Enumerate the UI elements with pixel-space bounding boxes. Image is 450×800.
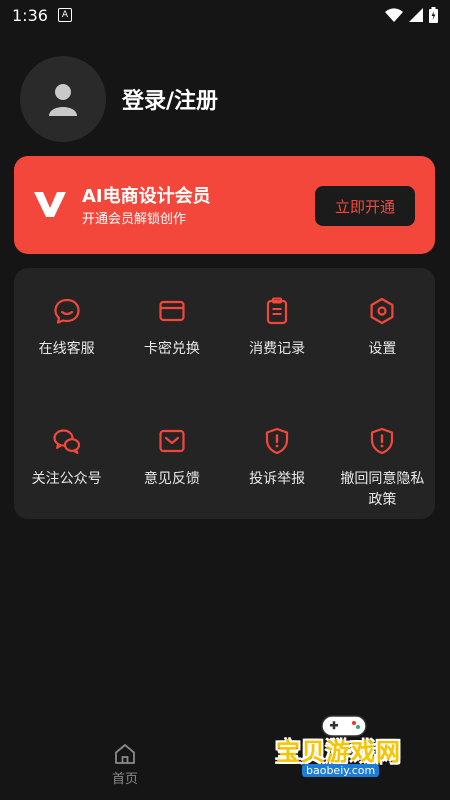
login-register-link[interactable]: 登录/注册	[122, 83, 218, 115]
hexagon-gear-icon	[370, 297, 394, 325]
menu-item-label: 意见反馈	[143, 470, 200, 487]
activate-now-button[interactable]: 立即开通	[315, 186, 415, 226]
home-icon	[115, 744, 135, 764]
signal-icon	[409, 8, 423, 22]
menu-item-label: 卡密兑换	[143, 341, 200, 357]
mail-feedback-icon	[159, 429, 185, 452]
menu-grid-card: 在线客服 卡密兑换 消费记录 设置 关注公众号 意见反馈 投诉举报 撤回同意隐私…	[14, 268, 435, 519]
menu-item-label-line2: 政策	[368, 491, 397, 508]
avatar[interactable]	[20, 56, 106, 142]
menu-item-label: 撤回同意隐私 政策	[330, 469, 435, 511]
card-icon	[159, 300, 185, 322]
menu-item-label: 关注公众号	[31, 470, 102, 487]
menu-item-online-service[interactable]: 在线客服	[14, 268, 119, 383]
watermark-url: baobeiy.com	[302, 764, 380, 777]
menu-grid: 在线客服 卡密兑换 消费记录 设置 关注公众号 意见反馈 投诉举报 撤回同意隐私…	[14, 268, 435, 519]
clipboard-icon	[267, 297, 288, 325]
menu-item-consumption-record[interactable]: 消费记录	[225, 268, 330, 383]
menu-item-label: 消费记录	[249, 341, 306, 357]
menu-item-complaint-report[interactable]: 投诉举报	[225, 394, 330, 509]
menu-item-settings[interactable]: 设置	[330, 268, 435, 383]
menu-item-feedback[interactable]: 意见反馈	[119, 394, 224, 509]
user-icon	[49, 84, 77, 116]
status-bar: 1:36 A	[0, 0, 450, 30]
menu-item-label-line1: 撤回同意隐私	[340, 470, 425, 487]
menu-item-card-redeem[interactable]: 卡密兑换	[119, 268, 224, 383]
menu-item-label: 设置	[368, 341, 397, 357]
menu-item-follow-official-account[interactable]: 关注公众号	[14, 394, 119, 509]
shield-alert-icon	[371, 427, 394, 454]
shield-alert-icon	[266, 427, 289, 454]
wechat-icon	[53, 428, 80, 454]
battery-icon	[429, 7, 438, 23]
v-logo-icon	[34, 190, 66, 222]
menu-item-label: 投诉举报	[249, 470, 306, 487]
watermark-logo: 宝贝游戏网 baobeiy.com	[276, 712, 416, 786]
tab-home[interactable]: 首页	[108, 742, 142, 787]
vip-title: AI电商设计会员	[82, 186, 211, 207]
menu-item-label: 在线客服	[38, 341, 95, 357]
vip-subtitle: 开通会员解锁创作	[82, 212, 187, 227]
chat-bubble-icon	[54, 298, 80, 324]
menu-item-withdraw-privacy-consent[interactable]: 撤回同意隐私 政策	[330, 394, 435, 509]
wifi-icon	[385, 8, 403, 22]
tab-home-label: 首页	[111, 772, 138, 787]
profile-header[interactable]: 登录/注册	[20, 56, 218, 142]
notification-icon: A	[57, 8, 72, 22]
status-time: 1:36	[12, 5, 48, 25]
watermark-title: 宝贝游戏网	[276, 738, 401, 766]
vip-membership-card[interactable]: AI电商设计会员 开通会员解锁创作 立即开通	[14, 156, 435, 254]
